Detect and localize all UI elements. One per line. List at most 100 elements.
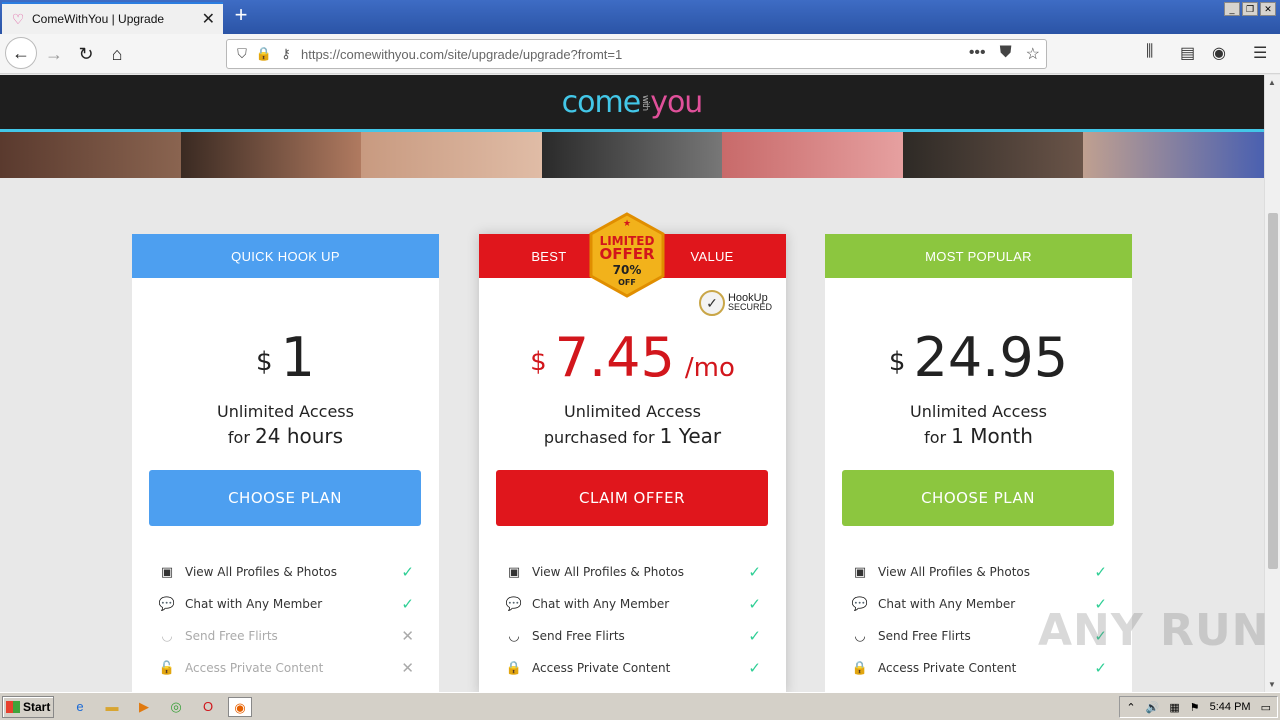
feature-label: View All Profiles & Photos <box>878 565 1031 579</box>
check-icon: ✓ <box>1094 659 1107 677</box>
bookmark-star-icon[interactable]: ☆ <box>1026 44 1040 64</box>
page-scrollbar[interactable]: ▲ ▼ <box>1264 75 1280 692</box>
scroll-up-icon[interactable]: ▲ <box>1268 78 1276 87</box>
site-header: comewithyou <box>0 75 1264 129</box>
url-host: https://comewithyou.com <box>301 46 445 62</box>
show-desktop-icon[interactable]: ▭ <box>1261 701 1271 714</box>
feature-label: Chat with Any Member <box>532 597 670 611</box>
system-tray: ⌃ 🔊 ▦ ⚑ 5:44 PM ▭ <box>1119 696 1278 718</box>
flag-icon[interactable]: ⚑ <box>1190 701 1200 714</box>
badge-line3: 70% <box>613 263 642 277</box>
feature-label: Access Private Content <box>185 661 324 675</box>
windows-taskbar: Start e ▬ ▶ ◎ O ◉ ⌃ 🔊 ▦ ⚑ 5:44 PM ▭ <box>0 692 1280 720</box>
reload-icon[interactable]: ↻ <box>72 40 100 68</box>
choose-plan-button[interactable]: CHOOSE PLAN <box>842 470 1114 526</box>
folder-icon[interactable]: ▬ <box>100 697 124 717</box>
tray-expand-icon[interactable]: ⌃ <box>1126 701 1135 714</box>
price-currency: $ <box>530 347 547 377</box>
home-icon[interactable]: ⌂ <box>103 40 131 68</box>
menu-icon[interactable]: ☰ <box>1253 43 1267 63</box>
feature-label: Access Private Content <box>532 661 671 675</box>
header-best: BEST <box>531 248 567 264</box>
photo-thumb <box>361 129 542 178</box>
close-tab-icon[interactable]: ✕ <box>202 9 215 29</box>
plan-description: Unlimited Access purchased for 1 Year <box>479 400 786 450</box>
sidebar-icon[interactable]: ▤ <box>1180 43 1195 63</box>
plan-card-quick-hook-up: QUICK HOOK UP $1 Unlimited Access for 24… <box>132 234 439 692</box>
lock-icon: 🔒 <box>505 660 523 676</box>
scroll-down-icon[interactable]: ▼ <box>1268 680 1276 689</box>
anyrun-watermark: ANY RUN <box>1038 605 1270 656</box>
plan-description: Unlimited Access for 1 Month <box>825 400 1132 450</box>
tab-title: ComeWithYou | Upgrade <box>32 12 165 26</box>
feature-label: Chat with Any Member <box>878 597 1016 611</box>
limited-offer-badge: ★ LIMITED OFFER 70% OFF <box>589 212 665 298</box>
feature-item: 🔓 Access Private Content ✕ <box>158 652 418 684</box>
photo-thumb <box>0 129 181 178</box>
url-path: /site/upgrade/upgrade?fromt=1 <box>444 46 623 62</box>
forward-icon[interactable]: → <box>40 40 68 68</box>
desc-prefix: purchased for <box>543 428 655 447</box>
minimize-icon[interactable]: _ <box>1224 2 1240 16</box>
volume-icon[interactable]: 🔊 <box>1146 701 1160 714</box>
network-icon[interactable]: ▦ <box>1169 701 1179 714</box>
hookup-secured-seal: ✓ HookUp SECURED <box>698 290 772 316</box>
media-player-icon[interactable]: ▶ <box>132 697 156 717</box>
url-text[interactable]: https://comewithyou.com/site/upgrade/upg… <box>301 47 622 62</box>
photo-thumb <box>722 129 903 178</box>
firefox-icon[interactable]: ◉ <box>228 697 252 717</box>
start-label: Start <box>23 700 51 714</box>
badge-line2: OFFER <box>599 245 654 263</box>
quick-launch: e ▬ ▶ ◎ O ◉ <box>68 697 252 717</box>
restore-icon[interactable]: ❐ <box>1242 2 1258 16</box>
pocket-icon[interactable]: ⛊ <box>1000 44 1012 64</box>
photo-thumb <box>902 129 1084 178</box>
feature-item: 💬 Chat with Any Member ✓ <box>505 588 765 620</box>
shield-icon[interactable]: ⛉ <box>231 46 253 62</box>
plan-description: Unlimited Access for 24 hours <box>132 400 439 450</box>
profile-icon: ▣ <box>160 564 174 580</box>
address-bar[interactable]: ⛉ 🔒 ⚷ https://comewithyou.com/site/upgra… <box>226 39 1047 69</box>
chat-icon: 💬 <box>505 596 523 612</box>
photo-thumb <box>1083 129 1264 178</box>
desc-line1: Unlimited Access <box>910 402 1047 421</box>
site-logo[interactable]: comewithyou <box>561 84 704 120</box>
start-button[interactable]: Start <box>2 696 54 718</box>
browser-tab[interactable]: ♡ ComeWithYou | Upgrade ✕ <box>2 2 223 34</box>
clock[interactable]: 5:44 PM <box>1210 701 1251 713</box>
web-page: comewithyou QUICK HOOK UP $1 Unlimited A… <box>0 75 1264 692</box>
check-icon: ✓ <box>401 563 414 581</box>
lips-icon: ◡ <box>508 628 520 644</box>
plan-card-best-value: BEST VALUE ★ LIMITED OFFER 70% OFF ✓ Hoo… <box>479 212 786 692</box>
desc-duration: 1 Year <box>659 424 722 448</box>
lips-icon: ◡ <box>161 628 173 644</box>
desc-duration: 1 Month <box>951 424 1033 448</box>
windows-logo-icon <box>6 701 20 713</box>
logo-come: come <box>561 84 642 120</box>
feature-label: View All Profiles & Photos <box>185 565 338 579</box>
claim-offer-button[interactable]: CLAIM OFFER <box>496 470 768 526</box>
lips-icon: ◡ <box>854 628 866 644</box>
scrollbar-thumb[interactable] <box>1268 213 1278 569</box>
feature-label: Chat with Any Member <box>185 597 323 611</box>
secured-check-icon: ✓ <box>698 290 725 316</box>
ie-icon[interactable]: e <box>68 697 92 717</box>
check-icon: ✓ <box>1094 563 1107 581</box>
chrome-icon[interactable]: ◎ <box>164 697 188 717</box>
plan-price: $1 <box>132 326 439 389</box>
window-close-icon[interactable]: ✕ <box>1260 2 1276 16</box>
feature-label: Send Free Flirts <box>185 629 278 643</box>
library-icon[interactable]: ⫼ <box>1146 43 1153 61</box>
price-period: /mo <box>684 353 735 383</box>
browser-titlebar: ♡ ComeWithYou | Upgrade ✕ + _ ❐ ✕ <box>0 0 1280 34</box>
new-tab-icon[interactable]: + <box>230 4 252 28</box>
photo-strip <box>0 129 1264 178</box>
check-icon: ✓ <box>401 595 414 613</box>
lock-icon[interactable]: 🔒 <box>253 46 275 62</box>
choose-plan-button[interactable]: CHOOSE PLAN <box>149 470 421 526</box>
more-actions-icon[interactable]: ••• <box>969 44 986 64</box>
desc-line1: Unlimited Access <box>564 402 701 421</box>
opera-icon[interactable]: O <box>196 697 220 717</box>
account-icon[interactable]: ◉ <box>1212 43 1226 63</box>
back-icon[interactable]: ← <box>5 37 37 69</box>
